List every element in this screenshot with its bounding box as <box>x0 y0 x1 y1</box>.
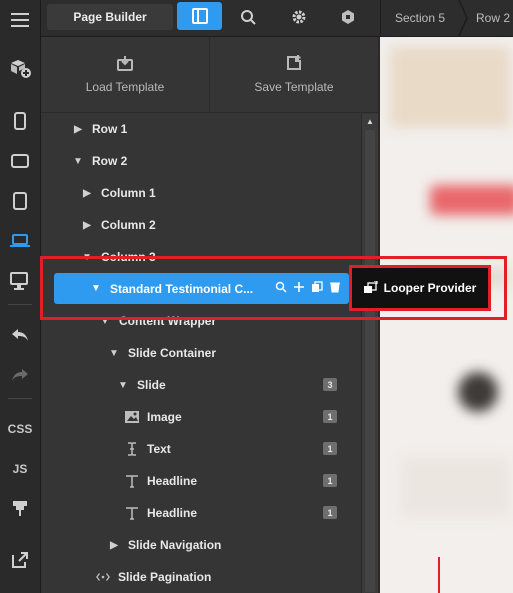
tree-item-column-1[interactable]: ▶ Column 1 <box>41 177 361 209</box>
redo-icon[interactable] <box>0 355 40 395</box>
caret-right-icon[interactable]: ▶ <box>108 540 120 551</box>
tree-item-text[interactable]: Text 1 <box>41 433 361 465</box>
looper-provider-icon <box>363 279 378 296</box>
tooltip-label: Looper Provider <box>383 281 477 295</box>
tree-item-headline-1[interactable]: Headline 1 <box>41 465 361 497</box>
page-builder-app: CSS JS Page Builder Section 5 Row 2 Load… <box>0 0 513 593</box>
layout-icon[interactable] <box>177 2 222 30</box>
toolbar-divider <box>8 398 32 399</box>
phone-icon[interactable] <box>0 101 40 141</box>
tree-item-headline-2[interactable]: Headline 1 <box>41 497 361 529</box>
page-builder-title[interactable]: Page Builder <box>47 4 173 30</box>
headline-icon <box>125 474 139 488</box>
top-bar: Page Builder Section 5 Row 2 <box>41 0 513 37</box>
element-add-icon[interactable] <box>0 48 40 88</box>
tree-item-label: Slide <box>137 378 166 392</box>
tree-scrollbar[interactable]: ▲ <box>361 114 378 593</box>
gear-icon[interactable] <box>285 4 313 30</box>
blurred-avatar <box>458 372 498 412</box>
caret-down-icon[interactable]: ▼ <box>117 380 129 391</box>
tree-item-slide-pagination[interactable]: Slide Pagination <box>41 561 361 593</box>
breadcrumb-row[interactable]: Row 2 <box>476 0 510 36</box>
breadcrumb: Section 5 Row 2 <box>380 0 513 36</box>
layer-tree: ▶ Row 1 ▼ Row 2 ▶ Column 1 ▶ Column 2 ▼ … <box>41 114 361 593</box>
desktop-icon[interactable] <box>0 261 40 301</box>
save-template-icon <box>286 55 302 74</box>
template-actions: Load Template Save Template <box>41 37 378 113</box>
js-button[interactable]: JS <box>0 449 40 489</box>
tree-item-label: Row 1 <box>92 122 128 136</box>
caret-right-icon[interactable]: ▶ <box>81 188 93 199</box>
exit-icon[interactable] <box>0 540 40 580</box>
save-template-button[interactable]: Save Template <box>210 37 378 112</box>
toolbar-divider <box>8 304 32 305</box>
undo-icon[interactable] <box>0 315 40 355</box>
tree-item-slide-navigation[interactable]: ▶ Slide Navigation <box>41 529 361 561</box>
css-button[interactable]: CSS <box>0 409 40 449</box>
tree-item-row-2[interactable]: ▼ Row 2 <box>41 145 361 177</box>
load-template-label: Load Template <box>85 80 165 94</box>
load-template-button[interactable]: Load Template <box>41 37 209 112</box>
tablet-icon[interactable] <box>0 141 40 181</box>
caret-right-icon[interactable]: ▶ <box>72 124 84 135</box>
tree-item-label: Slide Navigation <box>128 538 222 552</box>
tree-item-row-1[interactable]: ▶ Row 1 <box>41 113 361 145</box>
search-icon[interactable] <box>234 4 262 30</box>
js-label: JS <box>12 462 28 476</box>
caret-down-icon[interactable]: ▼ <box>108 348 120 359</box>
tree-item-slide-container[interactable]: ▼ Slide Container <box>41 337 361 369</box>
breadcrumb-section[interactable]: Section 5 <box>395 0 445 36</box>
menu-icon[interactable] <box>0 0 40 40</box>
tree-item-label: Slide Pagination <box>118 570 212 584</box>
pagination-icon <box>96 572 110 582</box>
breadcrumb-separator-icon <box>458 0 468 36</box>
save-template-label: Save Template <box>254 80 334 94</box>
tablet-portrait-icon[interactable] <box>0 181 40 221</box>
tree-item-label: Slide Container <box>128 346 217 360</box>
looper-provider-tooltip: Looper Provider <box>349 265 491 311</box>
headline-icon <box>125 506 139 520</box>
blurred-block <box>390 47 510 127</box>
tree-item-column-2[interactable]: ▶ Column 2 <box>41 209 361 241</box>
tree-item-label: Headline <box>147 474 198 488</box>
tree-item-label: Image <box>147 410 182 424</box>
tree-item-label: Row 2 <box>92 154 128 168</box>
laptop-icon[interactable] <box>0 221 40 261</box>
image-count-badge: 1 <box>323 410 337 423</box>
headline-count-badge: 1 <box>323 506 337 519</box>
image-icon <box>125 411 139 423</box>
tree-item-label: Text <box>147 442 171 456</box>
tree-item-label: Column 1 <box>101 186 156 200</box>
tree-item-slide[interactable]: ▼ Slide 3 <box>41 369 361 401</box>
caret-down-icon[interactable]: ▼ <box>72 156 84 167</box>
download-template-icon <box>117 55 133 74</box>
css-label: CSS <box>7 422 33 436</box>
scroll-thumb[interactable] <box>365 130 375 592</box>
text-cursor-icon <box>125 442 139 456</box>
text-count-badge: 1 <box>323 442 337 455</box>
plug-icon[interactable] <box>0 488 40 528</box>
guide-line <box>438 557 440 593</box>
tree-item-label: Column 2 <box>101 218 156 232</box>
caret-right-icon[interactable]: ▶ <box>81 220 93 231</box>
tree-item-image[interactable]: Image 1 <box>41 401 361 433</box>
blurred-button <box>430 185 513 215</box>
hexagon-icon[interactable] <box>334 4 362 30</box>
scroll-up-icon[interactable]: ▲ <box>362 114 378 128</box>
blurred-block <box>400 457 510 517</box>
tree-item-label: Headline <box>147 506 198 520</box>
left-toolbar: CSS JS <box>0 0 41 593</box>
headline-count-badge: 1 <box>323 474 337 487</box>
slide-count-badge: 3 <box>323 378 337 391</box>
